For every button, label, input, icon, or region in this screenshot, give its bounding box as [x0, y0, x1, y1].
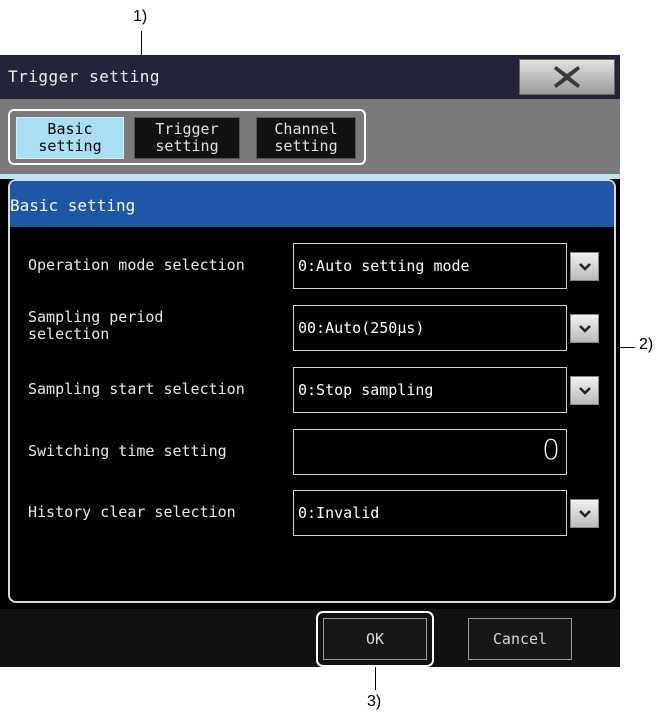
- sampling-period-dropdown-button[interactable]: [570, 314, 599, 343]
- close-button[interactable]: [519, 59, 615, 95]
- trigger-setting-window: Trigger setting Basic setting Trigger se…: [0, 55, 620, 667]
- sampling-start-label: Sampling start selection: [28, 380, 245, 398]
- cancel-button[interactable]: Cancel: [468, 618, 572, 660]
- sampling-period-label: Sampling period selection: [28, 308, 164, 343]
- window-title: Trigger setting: [8, 67, 160, 86]
- switching-time-input[interactable]: 0: [293, 429, 567, 475]
- close-icon: [554, 66, 580, 88]
- callout-1: 1): [133, 8, 148, 25]
- sampling-period-select[interactable]: 00:Auto(250μs): [293, 305, 567, 351]
- operation-mode-dropdown-button[interactable]: [570, 252, 599, 281]
- sampling-start-dropdown-button[interactable]: [570, 376, 599, 405]
- ok-button[interactable]: OK: [323, 618, 427, 660]
- panel-title: Basic setting: [10, 196, 136, 215]
- title-bar: Trigger setting: [0, 55, 620, 99]
- tab-channel-setting[interactable]: Channel setting: [256, 117, 356, 159]
- dialog-footer: OK Cancel: [0, 609, 620, 667]
- chevron-down-icon: [578, 509, 591, 518]
- basic-setting-panel: Basic setting Operation mode selection 0…: [8, 179, 616, 603]
- chevron-down-icon: [578, 324, 591, 333]
- callout-3: 3): [367, 693, 382, 710]
- history-clear-dropdown-button[interactable]: [570, 499, 599, 528]
- switching-time-label: Switching time setting: [28, 442, 227, 460]
- operation-mode-label: Operation mode selection: [28, 256, 245, 274]
- tab-trigger-setting[interactable]: Trigger setting: [134, 117, 240, 159]
- history-clear-select[interactable]: 0:Invalid: [293, 490, 567, 536]
- sampling-start-select[interactable]: 0:Stop sampling: [293, 367, 567, 413]
- callout-2: 2): [639, 336, 654, 353]
- tab-bar: Basic setting Trigger setting Channel se…: [0, 99, 620, 174]
- chevron-down-icon: [578, 386, 591, 395]
- history-clear-label: History clear selection: [28, 503, 236, 521]
- operation-mode-select[interactable]: 0:Auto setting mode: [293, 243, 567, 289]
- panel-header: Basic setting: [10, 181, 614, 227]
- tab-basic-setting[interactable]: Basic setting: [16, 117, 124, 159]
- chevron-down-icon: [578, 262, 591, 271]
- switching-time-value: 0: [542, 433, 560, 466]
- tab-group: Basic setting Trigger setting Channel se…: [8, 109, 366, 165]
